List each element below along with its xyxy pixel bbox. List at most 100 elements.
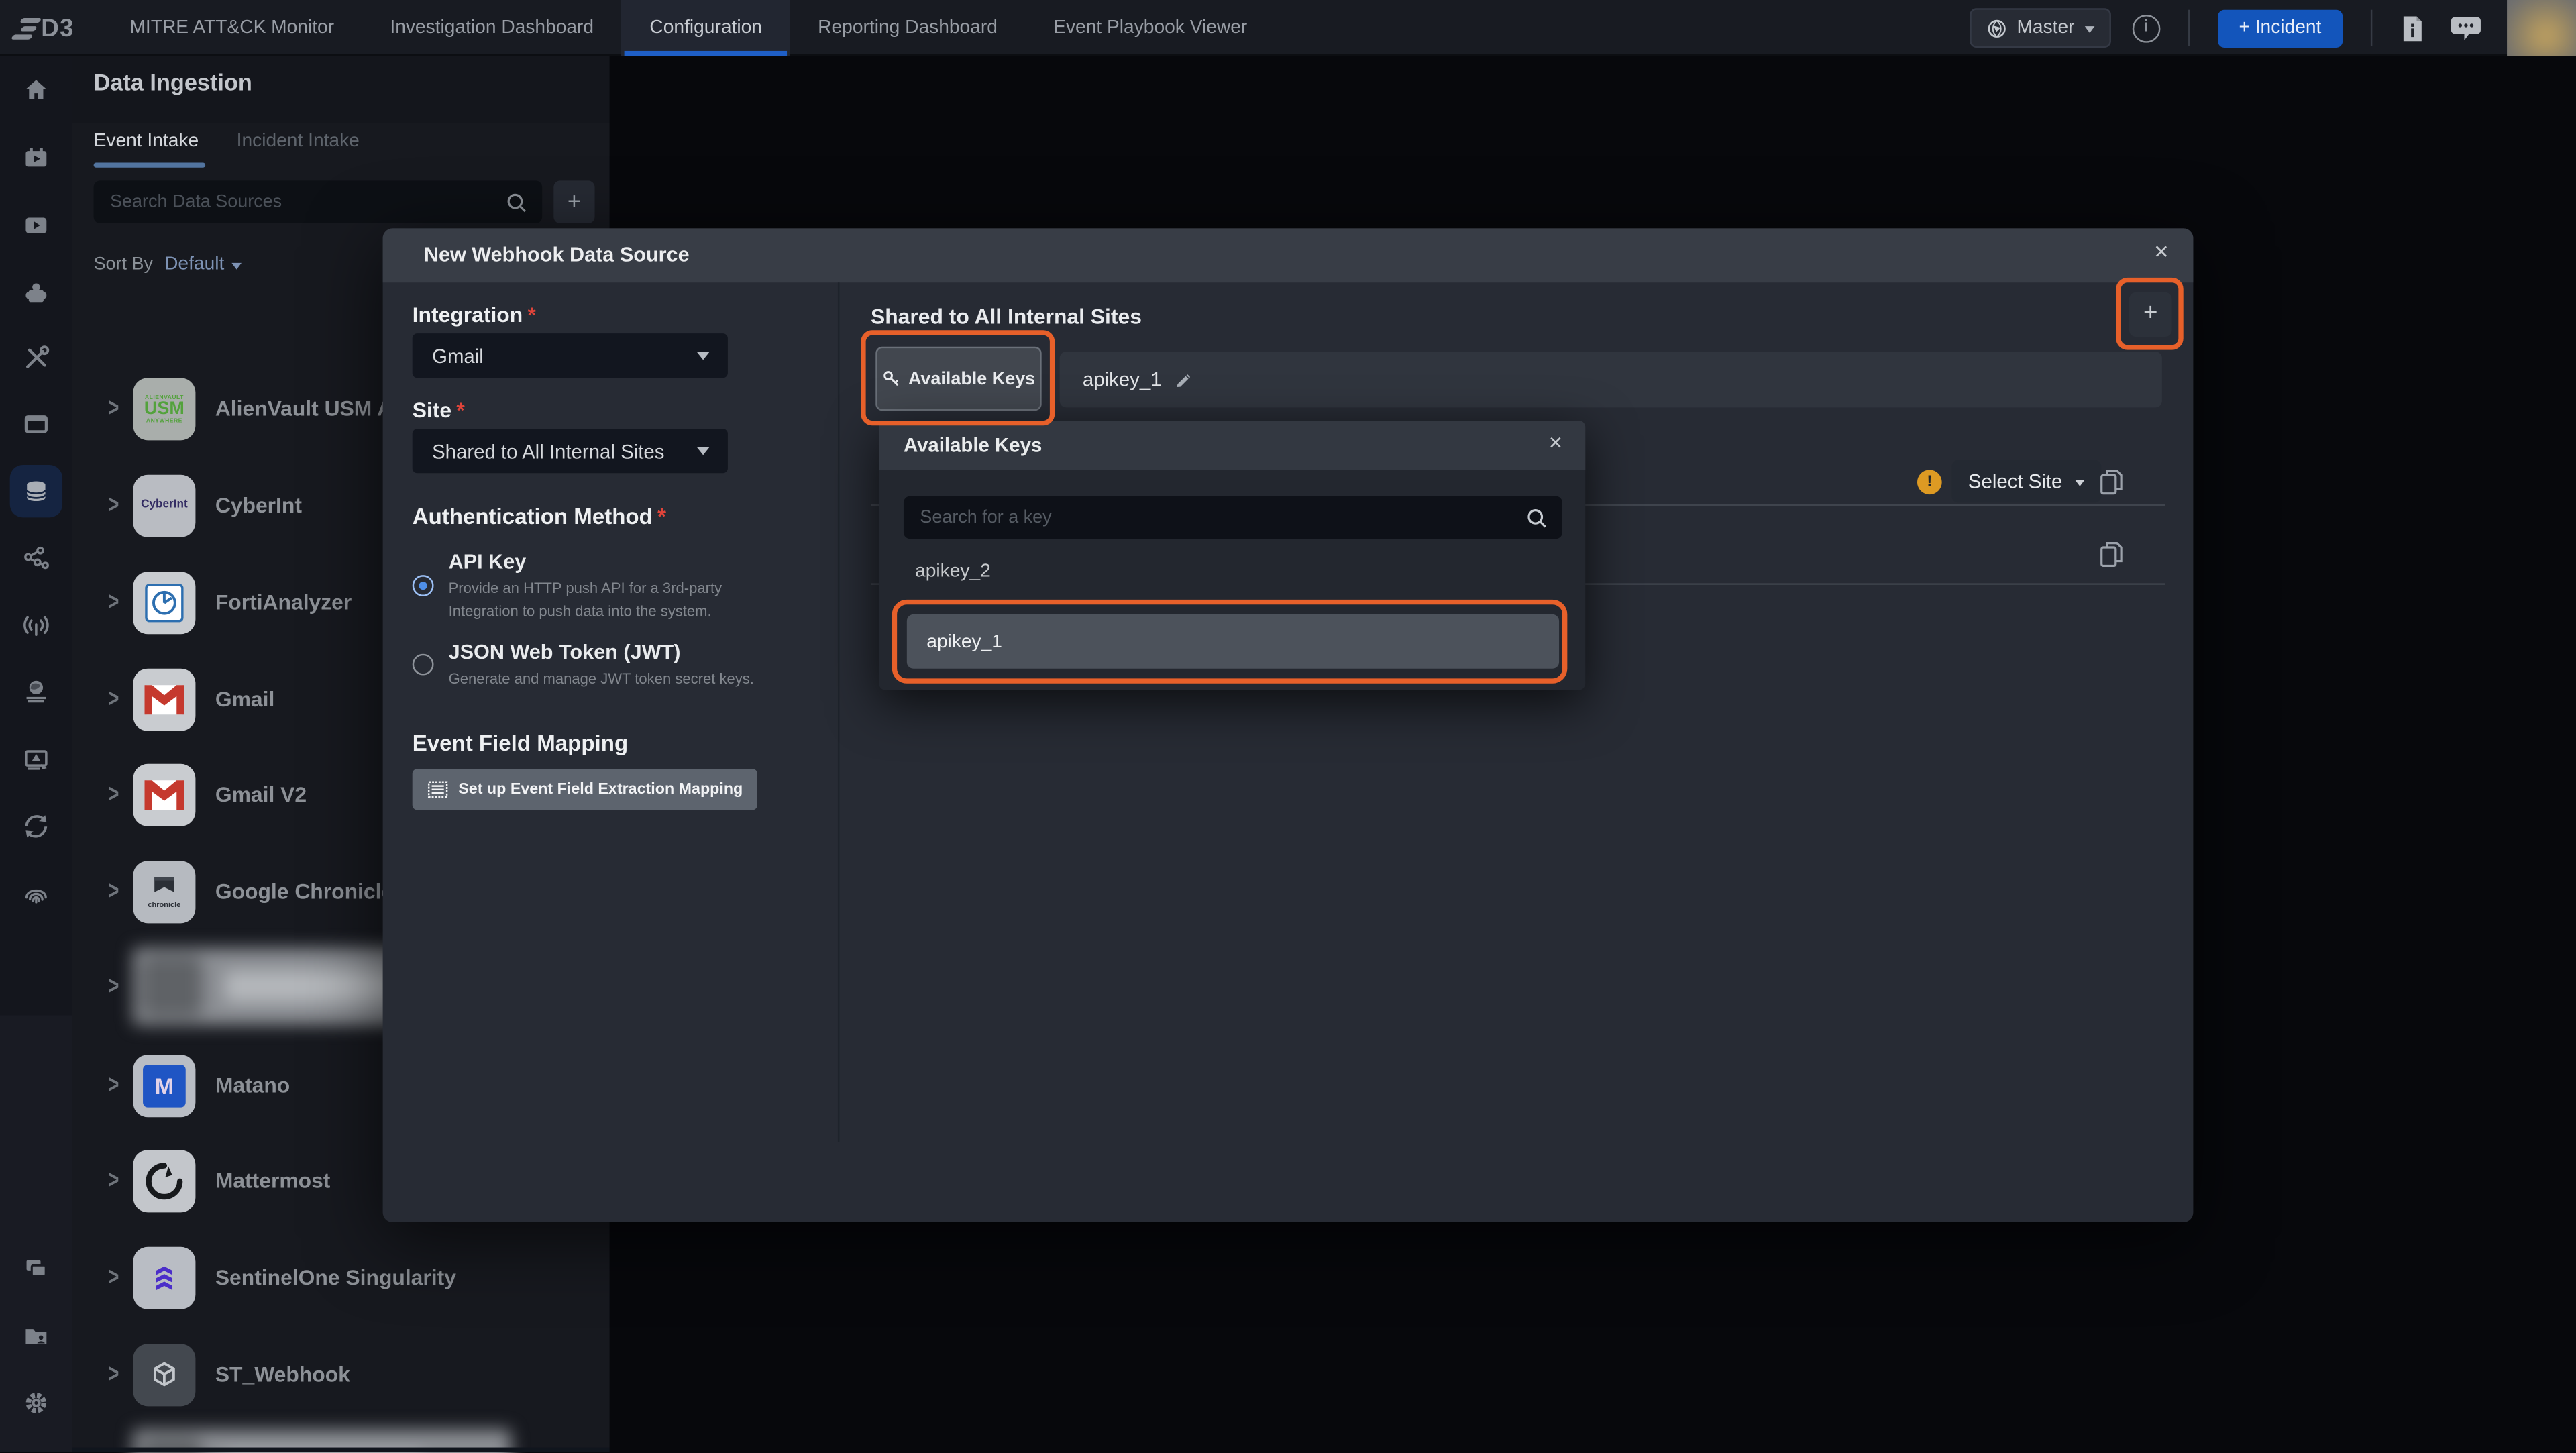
broadcast-icon[interactable] bbox=[21, 611, 51, 641]
search-icon bbox=[1526, 507, 1548, 529]
workspace-folder-icon[interactable] bbox=[21, 1321, 51, 1350]
page-title: Data Ingestion bbox=[94, 69, 252, 95]
column-divider bbox=[838, 282, 839, 1142]
user-avatar[interactable] bbox=[2507, 0, 2576, 56]
apps-board-icon[interactable] bbox=[21, 409, 51, 439]
required-asterisk: * bbox=[528, 303, 536, 327]
copy-icon[interactable] bbox=[2100, 541, 2125, 569]
data-ingestion-icon[interactable] bbox=[21, 476, 51, 506]
sort-by-label: Sort By bbox=[94, 255, 153, 274]
auth-method-label: Authentication Method* bbox=[413, 504, 666, 529]
new-webhook-data-source-modal: New Webhook Data Source × Integration* G… bbox=[383, 228, 2194, 1222]
divider bbox=[2371, 10, 2372, 46]
nav-mitre-attack-monitor[interactable]: MITRE ATT&CK Monitor bbox=[102, 0, 362, 56]
chevron-right-icon[interactable]: > bbox=[109, 1071, 128, 1099]
required-asterisk: * bbox=[657, 504, 666, 529]
modal-header: New Webhook Data Source × bbox=[383, 228, 2194, 282]
key-search-input[interactable] bbox=[904, 508, 1526, 527]
chevron-right-icon[interactable]: > bbox=[109, 491, 128, 519]
key-icon bbox=[882, 370, 900, 388]
matano-icon: M bbox=[133, 1054, 195, 1116]
chevron-right-icon[interactable]: > bbox=[109, 685, 128, 712]
popup-title: Available Keys bbox=[904, 434, 1042, 457]
warning-icon: ! bbox=[1917, 470, 1942, 494]
nav-investigation-dashboard[interactable]: Investigation Dashboard bbox=[362, 0, 622, 56]
fortianalyzer-icon bbox=[133, 571, 195, 633]
webhook-cube-icon bbox=[133, 1343, 195, 1405]
radio-jwt[interactable] bbox=[413, 654, 434, 676]
setup-field-mapping-button[interactable]: Set up Event Field Extraction Mapping bbox=[413, 769, 758, 810]
jwt-option-desc: Generate and manage JWT token secret key… bbox=[449, 669, 774, 691]
key-option-apikey-2[interactable]: apikey_2 bbox=[915, 562, 991, 582]
edit-pencil-icon[interactable] bbox=[1175, 370, 1193, 388]
chevron-down-icon bbox=[231, 262, 241, 269]
shared-sites-heading: Shared to All Internal Sites bbox=[871, 304, 1142, 329]
web-services-icon[interactable] bbox=[21, 677, 51, 706]
add-data-source-button[interactable]: + bbox=[553, 180, 594, 223]
search-icon bbox=[506, 191, 527, 213]
chevron-down-icon bbox=[2076, 479, 2086, 486]
caret-down-icon bbox=[696, 447, 710, 455]
event-calendar-icon[interactable] bbox=[21, 143, 51, 172]
available-keys-button[interactable]: Available Keys bbox=[875, 347, 1041, 411]
site-scope-value: Master bbox=[2017, 18, 2074, 38]
d3-logo-text: D3 bbox=[41, 14, 74, 42]
selected-key-field[interactable]: apikey_1 bbox=[1060, 352, 2162, 407]
mattermost-icon bbox=[133, 1149, 195, 1212]
integration-select[interactable]: Gmail bbox=[413, 333, 728, 378]
jwt-option-label: JSON Web Token (JWT) bbox=[449, 641, 681, 663]
fingerprint-identity-icon[interactable] bbox=[21, 879, 51, 908]
chevron-right-icon[interactable]: > bbox=[109, 1167, 128, 1194]
select-site-dropdown[interactable]: Select Site bbox=[1951, 460, 2102, 503]
settings-gear-icon[interactable] bbox=[21, 1388, 51, 1417]
chevron-right-icon[interactable]: > bbox=[109, 973, 128, 1000]
chevron-right-icon[interactable]: > bbox=[109, 394, 128, 422]
chevron-right-icon[interactable]: > bbox=[109, 877, 128, 905]
event-field-mapping-label: Event Field Mapping bbox=[413, 731, 628, 756]
chevron-right-icon[interactable]: > bbox=[109, 1360, 128, 1388]
new-incident-button[interactable]: + Incident bbox=[2218, 9, 2343, 46]
chevron-right-icon[interactable]: > bbox=[109, 588, 128, 616]
integrations-icon[interactable] bbox=[21, 278, 51, 307]
playbook-viewer-icon[interactable] bbox=[21, 210, 51, 239]
sort-dropdown[interactable]: Default bbox=[164, 255, 241, 274]
main-nav: MITRE ATT&CK Monitor Investigation Dashb… bbox=[102, 0, 1275, 56]
add-key-button[interactable]: + bbox=[2129, 292, 2172, 337]
nav-reporting-dashboard[interactable]: Reporting Dashboard bbox=[790, 0, 1026, 56]
tab-incident-intake[interactable]: Incident Intake bbox=[237, 131, 360, 151]
utility-commands-icon[interactable] bbox=[21, 343, 51, 373]
source-row-sentinelone[interactable]: > SentinelOne Singularity bbox=[72, 1229, 610, 1326]
api-key-option-label: API Key bbox=[449, 550, 527, 573]
close-icon[interactable]: × bbox=[1549, 429, 1562, 455]
close-icon[interactable]: × bbox=[2154, 238, 2168, 266]
info-icon[interactable]: i bbox=[2132, 14, 2160, 42]
nav-event-playbook-viewer[interactable]: Event Playbook Viewer bbox=[1026, 0, 1275, 56]
chat-support-icon[interactable] bbox=[2451, 15, 2481, 41]
nav-configuration[interactable]: Configuration bbox=[622, 0, 790, 56]
chevron-right-icon[interactable]: > bbox=[109, 1264, 128, 1291]
key-option-apikey-1[interactable]: apikey_1 bbox=[907, 614, 1559, 669]
chevron-down-icon bbox=[2084, 25, 2094, 32]
site-select[interactable]: Shared to All Internal Sites bbox=[413, 429, 728, 473]
popup-header: Available Keys × bbox=[879, 421, 1585, 470]
copy-icon[interactable] bbox=[2100, 468, 2125, 496]
release-notes-icon[interactable] bbox=[2400, 14, 2425, 42]
gmail-icon bbox=[133, 668, 195, 731]
site-scope-dropdown[interactable]: Master bbox=[1969, 8, 2110, 48]
required-asterisk: * bbox=[456, 398, 464, 423]
source-row-st-webhook[interactable]: > ST_Webhook bbox=[72, 1326, 610, 1422]
chevron-right-icon[interactable]: > bbox=[109, 781, 128, 808]
search-data-sources-box bbox=[94, 180, 543, 223]
radio-api-key[interactable] bbox=[413, 575, 434, 596]
multi-window-icon[interactable] bbox=[21, 1254, 51, 1283]
home-icon[interactable] bbox=[21, 76, 51, 105]
gmail-icon bbox=[133, 763, 195, 826]
divider bbox=[2188, 10, 2190, 46]
top-nav-bar: D3 MITRE ATT&CK Monitor Investigation Da… bbox=[0, 0, 2576, 56]
report-editor-icon[interactable] bbox=[21, 744, 51, 773]
connections-icon[interactable] bbox=[21, 544, 51, 574]
sync-icon[interactable] bbox=[21, 812, 51, 841]
search-input[interactable] bbox=[94, 193, 506, 212]
cyberint-icon: CyberInt bbox=[133, 474, 195, 537]
tab-event-intake[interactable]: Event Intake bbox=[94, 131, 199, 151]
